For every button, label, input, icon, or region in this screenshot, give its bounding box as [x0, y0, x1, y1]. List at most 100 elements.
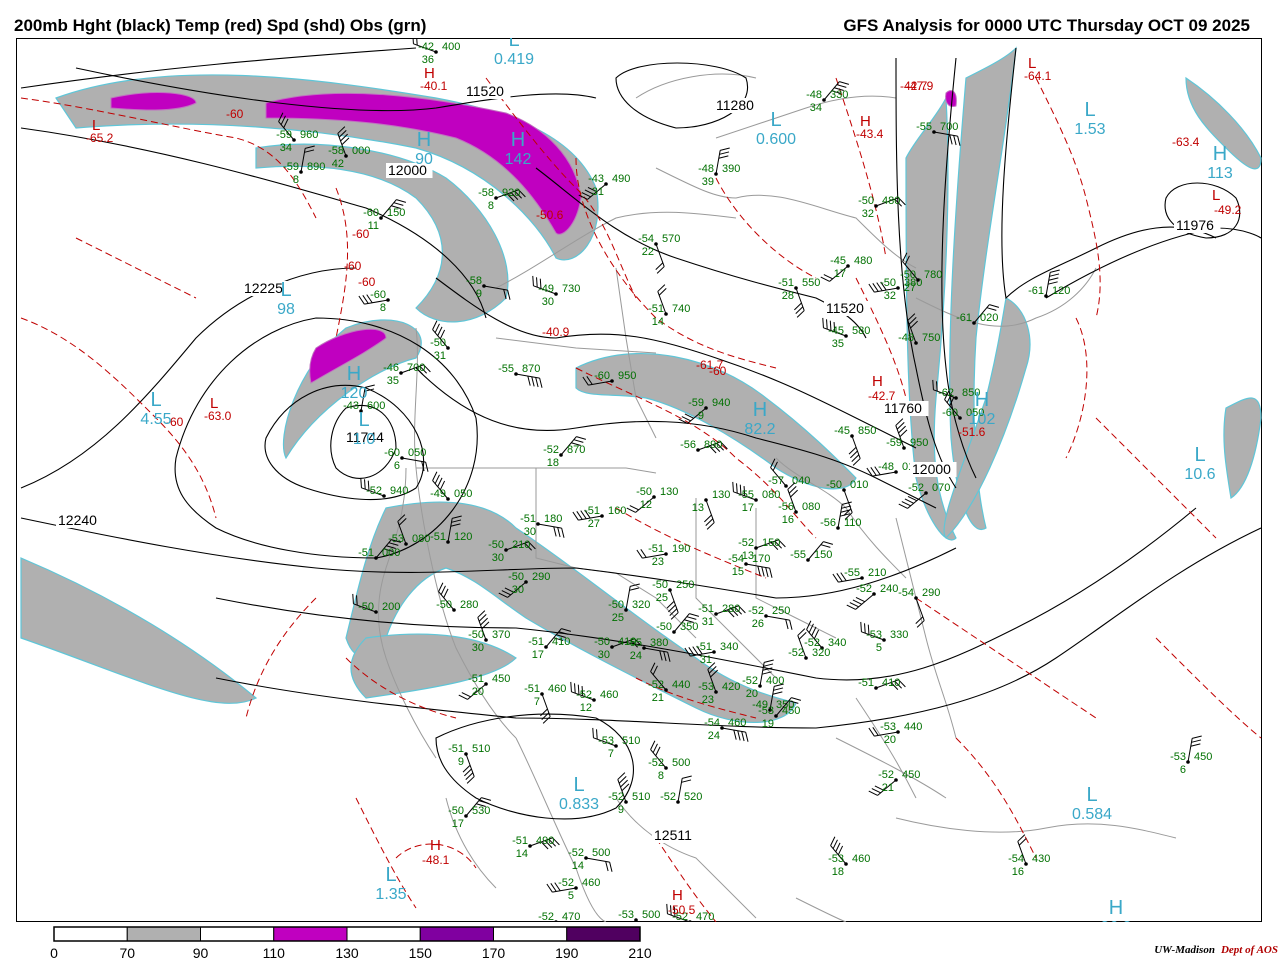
obs-dewpoint: 14 — [652, 316, 664, 328]
height-label: 12511 — [654, 827, 692, 843]
center-value: 82.2 — [744, 421, 775, 438]
obs-temp: -50 — [636, 486, 652, 498]
obs-dewpoint: 21 — [652, 692, 664, 704]
center-value: 98 — [277, 301, 295, 318]
temp-label: -50.5 — [668, 903, 696, 917]
legend-tick: 110 — [263, 945, 286, 960]
obs-temp: -45 — [830, 255, 846, 267]
obs-height: 440 — [672, 679, 690, 691]
center-letter: L — [1086, 784, 1097, 806]
obs-temp: -50 — [430, 337, 446, 349]
obs-temp: -54 — [638, 233, 654, 245]
legend-tick: 70 — [119, 945, 135, 960]
center-letter: H — [417, 129, 431, 151]
temp-label: -60 — [344, 259, 362, 273]
obs-height: 460 — [582, 877, 600, 889]
obs-dewpoint: 17 — [834, 268, 846, 280]
center-value: 1.35 — [375, 886, 406, 903]
obs-temp: -52 — [576, 689, 592, 701]
obs-height: 210 — [868, 567, 886, 579]
legend-swatch — [419, 926, 494, 942]
obs-height: 250 — [676, 579, 694, 591]
credit-org: UW-Madison — [1154, 944, 1215, 956]
obs-height: 320 — [812, 647, 830, 659]
obs-dewpoint: 18 — [547, 457, 559, 469]
obs-temp: -52 — [568, 847, 584, 859]
height-label: 11976 — [1176, 217, 1214, 233]
obs-temp: -61 — [1028, 285, 1044, 297]
obs-dewpoint: 13 — [692, 502, 704, 514]
obs-height: 370 — [492, 629, 510, 641]
obs-temp: -50 — [826, 479, 842, 491]
obs-temp: -58 — [466, 275, 482, 287]
obs-dewpoint: 15 — [732, 566, 744, 578]
obs-dewpoint: 9 — [458, 756, 464, 768]
obs-height: 210 — [512, 539, 530, 551]
obs-height: 530 — [472, 805, 490, 817]
obs-height: 480 — [854, 255, 872, 267]
obs-dewpoint: 12 — [580, 702, 592, 714]
temp-label: -50.6 — [536, 208, 564, 222]
obs-height: 080 — [762, 489, 780, 501]
obs-dewpoint: 22 — [642, 246, 654, 258]
temp-extremum-marker: L — [210, 395, 218, 412]
obs-temp: -42 — [418, 41, 434, 53]
obs-temp: -52 — [878, 769, 894, 781]
obs-height: 500 — [592, 847, 610, 859]
center-letter: L — [573, 774, 584, 796]
obs-dewpoint: 30 — [512, 584, 524, 596]
obs-temp: -51 — [448, 743, 464, 755]
obs-temp: -51 — [698, 603, 714, 615]
obs-temp: -52 — [648, 679, 664, 691]
temp-extremum-marker: L — [1028, 55, 1036, 72]
obs-height: 180 — [544, 513, 562, 525]
obs-dewpoint: 20 — [884, 734, 896, 746]
obs-dewpoint: 8 — [488, 200, 494, 212]
obs-height: 580 — [852, 325, 870, 337]
center-letter: L — [280, 279, 291, 301]
center-letter: L — [770, 109, 781, 131]
obs-dewpoint: 16 — [1012, 866, 1024, 878]
obs-height: 700 — [940, 121, 958, 133]
obs-temp: -48 — [806, 89, 822, 101]
obs-dewpoint: 7 — [534, 696, 540, 708]
legend-tick: 190 — [555, 945, 579, 960]
obs-temp: -52 — [742, 675, 758, 687]
temp-label: -42.7 — [868, 389, 896, 403]
obs-height: 460 — [600, 689, 618, 701]
obs-temp: -50 — [448, 805, 464, 817]
temp-label: -63.4 — [1172, 135, 1200, 149]
obs-height: 890 — [307, 161, 325, 173]
obs-height: 920 — [502, 187, 520, 199]
obs-height: 510 — [632, 791, 650, 803]
obs-height: 600 — [367, 400, 385, 412]
center-letter: H — [753, 399, 767, 421]
obs-temp: -54 — [898, 587, 914, 599]
height-label: 12240 — [58, 512, 97, 528]
obs-temp: -48 — [698, 163, 714, 175]
obs-temp: -51 — [858, 677, 874, 689]
obs-dewpoint: 27 — [904, 282, 916, 294]
obs-height: 450 — [1194, 751, 1212, 763]
obs-height: 150 — [814, 549, 832, 561]
obs-temp: -52 — [908, 482, 924, 494]
temp-extremum-marker: H — [672, 887, 683, 904]
obs-temp: -53 — [880, 721, 896, 733]
obs-height: 480 — [882, 195, 900, 207]
obs-temp: -52 — [856, 583, 872, 595]
obs-temp: -53 — [1170, 751, 1186, 763]
center-value: 102 — [969, 411, 996, 428]
obs-height: 510 — [622, 735, 640, 747]
obs-temp: -50 — [358, 601, 374, 613]
obs-height: 570 — [662, 233, 680, 245]
obs-height: 420 — [722, 681, 740, 693]
obs-temp: -51 — [430, 531, 446, 543]
center-letter: H — [511, 129, 525, 151]
obs-height: 550 — [802, 277, 820, 289]
obs-height: 950 — [910, 437, 928, 449]
obs-dewpoint: 8 — [293, 174, 299, 186]
obs-dewpoint: 35 — [387, 375, 399, 387]
obs-dewpoint: 18 — [832, 866, 844, 878]
temp-label: -60 — [352, 227, 370, 241]
obs-temp: -46 — [383, 362, 399, 374]
